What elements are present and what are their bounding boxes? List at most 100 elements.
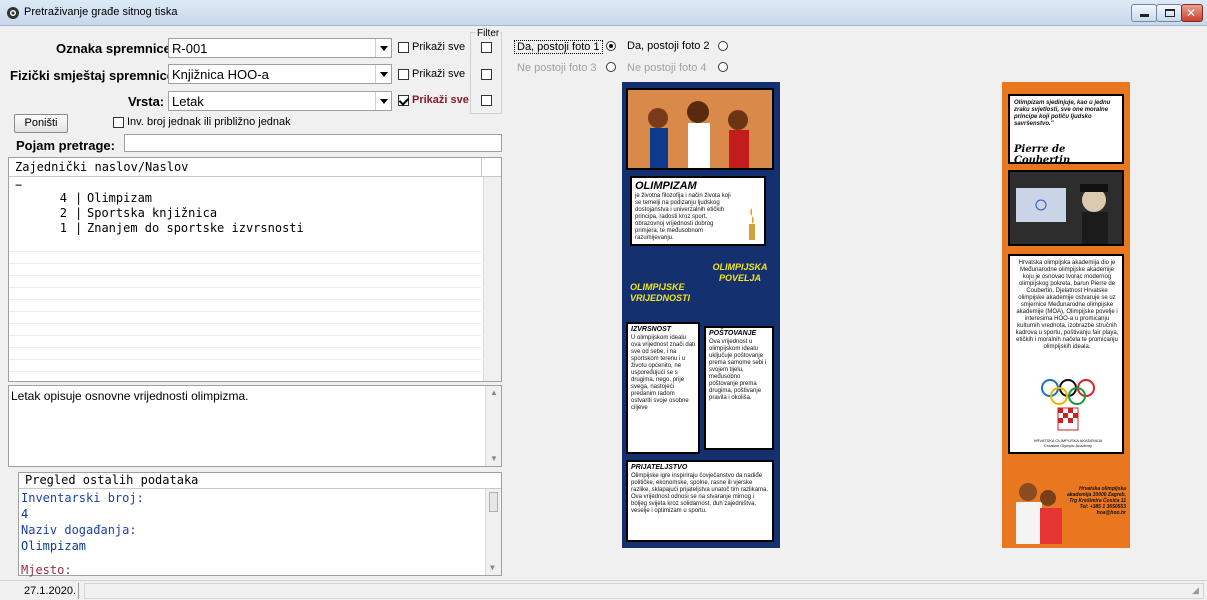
- foto1-label[interactable]: Da, postoji foto 1: [514, 40, 603, 54]
- vrsta-combo[interactable]: Letak: [168, 91, 392, 111]
- torch-icon: [749, 208, 755, 240]
- list-item[interactable]: −: [15, 178, 22, 192]
- details-header-label: Pregled ostalih podataka: [25, 473, 199, 487]
- app-icon: [7, 7, 19, 19]
- list-item-separator: |: [75, 221, 83, 235]
- detail-value: 4: [21, 507, 29, 521]
- details-panel[interactable]: Pregled ostalih podataka Inventarski bro…: [18, 472, 502, 577]
- inv-checkbox[interactable]: [113, 117, 124, 128]
- list-item-title: Znanjem do sportske izvrsnosti: [87, 221, 304, 235]
- maximize-icon[interactable]: [1156, 4, 1182, 22]
- list-gridline: [9, 360, 481, 372]
- poster-right-quote: Olimpizam sjedinjuje, kao u jednu zraku …: [1014, 100, 1111, 127]
- list-item[interactable]: 2 | Sportska knjižnica: [9, 206, 481, 221]
- smjestaj-show-all-checkbox[interactable]: [398, 69, 409, 80]
- search-label: Pojam pretrage:: [16, 138, 115, 153]
- coubertin-photo: [1008, 170, 1124, 246]
- list-item-separator: |: [75, 206, 83, 220]
- description-text: Letak opisuje osnovne vrijednosti olimpi…: [11, 389, 249, 403]
- minimize-icon[interactable]: [1131, 4, 1157, 22]
- izvrsnost-text: U olimpijskom idealu ova vrijednost znač…: [631, 335, 696, 411]
- poster-left-title: OLIMPIZAM: [635, 180, 697, 192]
- quote-box: Olimpizam sjedinjuje, kao u jednu zraku …: [1008, 94, 1124, 166]
- description-scrollbar[interactable]: ▲ ▼: [485, 386, 501, 466]
- detail-label: Naziv događanja:: [21, 523, 137, 537]
- list-header[interactable]: Zajednički naslov/Naslov: [9, 158, 501, 177]
- vrsta-value: Letak: [172, 94, 204, 109]
- list-gridline: [9, 324, 481, 336]
- filter-smjestaj-checkbox[interactable]: [481, 69, 492, 80]
- poster-right-body: Hrvatska olimpijska akademija dio je Međ…: [1015, 260, 1119, 350]
- list-item[interactable]: 1 | Znanjem do sportske izvrsnosti: [9, 221, 481, 236]
- list-item[interactable]: 4 | Olimpizam: [9, 191, 481, 206]
- postovanje-title: POŠTOVANJE: [709, 330, 757, 337]
- detail-value: Olimpizam: [21, 539, 87, 553]
- vrsta-show-all-label: Prikaži sve: [412, 94, 469, 106]
- list-item-count: 4: [59, 191, 67, 205]
- scroll-down-icon[interactable]: ▼: [490, 454, 498, 463]
- oznaka-value: R-001: [172, 41, 208, 56]
- details-scrollbar[interactable]: ▼: [485, 489, 501, 575]
- foto1-radio[interactable]: [606, 41, 616, 51]
- list-gridline: [9, 252, 481, 264]
- vrsta-label: Vrsta:: [128, 94, 165, 109]
- foto4-label: Ne postoji foto 4: [627, 62, 707, 74]
- academy-box: Hrvatska olimpijska akademija dio je Međ…: [1008, 254, 1124, 454]
- list-gridline: [9, 288, 481, 300]
- details-header: Pregled ostalih podataka: [19, 473, 501, 489]
- prijateljstvo-box: PRIJATELJSTVO Olimpijske igre inspiriraj…: [626, 460, 774, 542]
- scroll-down-icon[interactable]: ▼: [490, 563, 495, 572]
- foto4-radio[interactable]: [718, 62, 728, 72]
- list-scrollbar[interactable]: [483, 177, 501, 381]
- izvrsnost-box: IZVRSNOST U olimpijskom idealu ova vrije…: [626, 322, 700, 454]
- smjestaj-show-all-label: Prikaži sve: [412, 68, 466, 80]
- filter-vrsta-checkbox[interactable]: [481, 95, 492, 106]
- prijateljstvo-title: PRIJATELJSTVO: [631, 464, 688, 471]
- list-gridline: [9, 240, 481, 252]
- description-panel[interactable]: Letak opisuje osnovne vrijednosti olimpi…: [8, 385, 502, 467]
- close-icon[interactable]: ✕: [1181, 4, 1203, 22]
- smjestaj-combo[interactable]: Knjižnica HOO-a: [168, 64, 392, 84]
- window-title: Pretraživanje građe sitnog tiska: [24, 6, 178, 18]
- chevron-down-icon[interactable]: [375, 92, 391, 110]
- scroll-thumb[interactable]: [489, 492, 498, 512]
- vrsta-show-all-checkbox[interactable]: [398, 95, 409, 106]
- scroll-up-icon[interactable]: ▲: [490, 388, 498, 397]
- filter-group-label: Filter: [476, 28, 501, 39]
- athletes-photo-small: [1016, 483, 1062, 544]
- list-gridline: [9, 300, 481, 312]
- filter-oznaka-checkbox[interactable]: [481, 42, 492, 53]
- foto2-radio[interactable]: [718, 41, 728, 51]
- reset-button[interactable]: Poništi: [14, 114, 68, 133]
- status-date: 27.1.2020.: [24, 585, 76, 597]
- oznaka-show-all-checkbox[interactable]: [398, 42, 409, 53]
- resize-grip-icon[interactable]: ◢: [1192, 585, 1199, 596]
- poster-foto2: Olimpizam sjedinjuje, kao u jednu zraku …: [1002, 82, 1130, 548]
- oznaka-combo[interactable]: R-001: [168, 38, 392, 58]
- intro-box: OLIMPIZAM je životna filozofija i način …: [630, 176, 766, 246]
- search-input[interactable]: [124, 134, 502, 152]
- smjestaj-value: Knjižnica HOO-a: [172, 67, 269, 82]
- oznaka-label: Oznaka spremnice:: [56, 41, 176, 56]
- list-gridline: [9, 312, 481, 324]
- poster-foto1: OLIMPIZAM je životna filozofija i način …: [622, 82, 780, 548]
- coubertin-illustration: [1010, 172, 1122, 244]
- list-gridline: [9, 348, 481, 360]
- postovanje-box: POŠTOVANJE Ova vrijednost u olimpijskom …: [704, 326, 774, 450]
- poster-right-signature: Pierre de Coubertin: [1014, 144, 1071, 166]
- poster-right-address: Hrvatska olimpijska akademija 10000 Zagr…: [1067, 486, 1126, 516]
- detail-label: Mjesto:: [21, 563, 72, 577]
- poster-left-values: OLIMPIJSKE VRIJEDNOSTI: [630, 282, 691, 303]
- foto3-radio[interactable]: [606, 62, 616, 72]
- list-item-count: 1: [59, 221, 67, 235]
- detail-label: Inventarski broj:: [21, 491, 144, 505]
- poster-left-charter: OLIMPIJSKA POVELJA: [712, 262, 768, 283]
- chevron-down-icon[interactable]: [375, 65, 391, 83]
- list-item-title: Olimpizam: [87, 191, 153, 205]
- poster-right-academy: HRVATSKA OLIMPIJSKA AKADEMIJA Croatian O…: [1033, 438, 1103, 448]
- title-list[interactable]: Zajednički naslov/Naslov − 4 | Olimpizam 2 |…: [8, 157, 502, 382]
- poster-left-intro: je životna filozofija i način života koj…: [635, 193, 731, 241]
- oznaka-show-all-label: Prikaži sve: [412, 41, 466, 53]
- chevron-down-icon[interactable]: [375, 39, 391, 57]
- izvrsnost-title: IZVRSNOST: [631, 326, 672, 333]
